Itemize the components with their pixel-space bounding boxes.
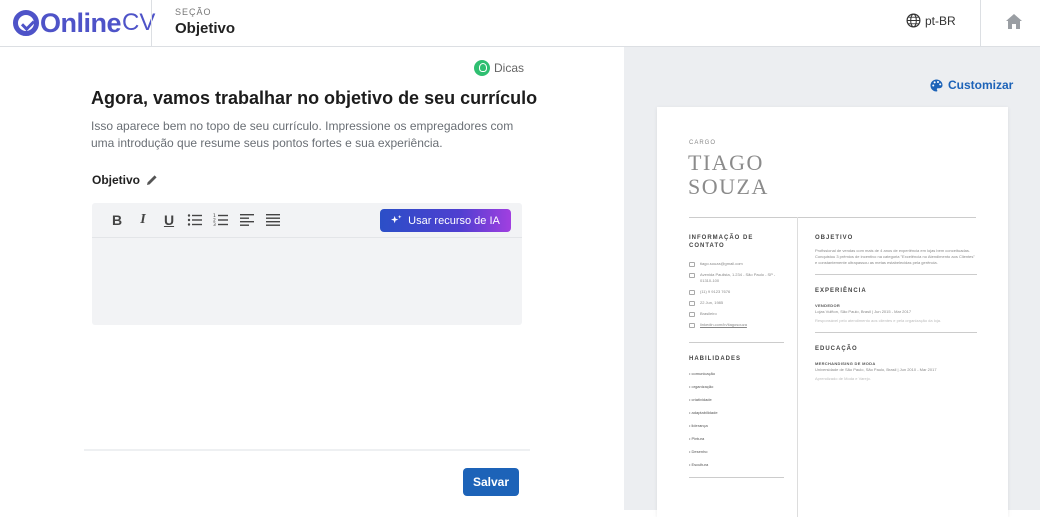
language-label: pt-BR — [925, 13, 956, 28]
contact-heading: INFORMAÇÃO DE CONTATO — [689, 235, 754, 249]
underline-button[interactable]: U — [156, 210, 182, 230]
lightbulb-icon — [474, 60, 490, 76]
section-divider — [689, 477, 784, 478]
section-divider — [689, 342, 784, 343]
resume-left-column: INFORMAÇÃO DE CONTATO tiago.souza@gmail.… — [689, 234, 784, 488]
numbered-list-button[interactable]: 1 2 3 — [208, 210, 234, 230]
footer-divider — [84, 449, 530, 451]
skill-item: Pintura — [689, 436, 784, 441]
contact-phone: (11) 9 9123 7676 — [689, 289, 784, 295]
skill-item: Escultura — [689, 462, 784, 467]
objective-text: Profissional de vendas com mais de 4 ano… — [815, 248, 975, 265]
tips-link[interactable]: Dicas — [474, 60, 524, 76]
resume-right-column: OBJETIVO Profissional de vendas com mais… — [815, 234, 977, 382]
customize-label: Customizar — [948, 78, 1014, 92]
sparkle-icon — [391, 215, 402, 224]
contact-birthdate-text: 22 Jun, 1985 — [700, 300, 724, 305]
tips-label: Dicas — [494, 61, 525, 75]
justify-button[interactable] — [260, 210, 286, 230]
page-heading: Agora, vamos trabalhar no objetivo de se… — [91, 88, 538, 108]
section-divider — [815, 274, 977, 275]
header-divider — [980, 0, 981, 47]
experience-description: Responsável pelo atendimento aos cliente… — [815, 318, 942, 323]
globe-icon — [906, 13, 921, 28]
align-left-icon — [240, 214, 254, 226]
contact-linkedin-text: linkedin.com/in/tiagosouza — [700, 322, 747, 327]
resume-divider — [689, 217, 976, 218]
top-header: Online CV SEÇÃO Objetivo pt-BR — [0, 0, 1040, 47]
editor-panel: Dicas Agora, vamos trabalhar no objetivo… — [0, 47, 624, 510]
skill-item: organização — [689, 384, 784, 389]
experience-heading: EXPERIÊNCIA — [815, 288, 867, 294]
palette-icon — [930, 78, 943, 92]
align-left-button[interactable] — [234, 210, 260, 230]
bullet-list-button[interactable] — [182, 210, 208, 230]
skill-item: adaptabilidade — [689, 410, 784, 415]
phone-icon — [689, 290, 695, 295]
bold-button[interactable]: B — [104, 210, 130, 230]
contact-phone-text: (11) 9 9123 7676 — [700, 289, 731, 294]
contact-email: tiago.souza@gmail.com — [689, 261, 784, 267]
home-icon — [689, 273, 695, 278]
skills-heading: HABILIDADES — [689, 356, 742, 362]
resume-name: TIAGO SOUZA — [688, 151, 769, 199]
logo-main-text: Online — [40, 7, 122, 38]
logo-check-icon — [13, 10, 39, 36]
resume-preview-panel: Customizar CARGO TIAGO SOUZA INFORMAÇÃO … — [624, 47, 1040, 517]
contact-nationality-text: Brasileiro — [700, 311, 717, 316]
resume-last-name: SOUZA — [688, 174, 769, 199]
skill-item: liderança — [689, 423, 784, 428]
education-subtitle: Universidade de São Paulo, São Paulo, Br… — [815, 367, 937, 372]
experience-subtitle: Lojas Vulfton, São Paulo, Brasil | Jun 2… — [815, 309, 912, 314]
editor-toolbar: B I U 1 2 3 Usar recurso de IA — [92, 203, 522, 238]
skill-item: Desenho — [689, 449, 784, 454]
education-description: Aprendizado de Moda e Varejo. — [815, 376, 871, 381]
use-ai-label: Usar recurso de IA — [408, 214, 500, 227]
contact-birthdate: 22 Jun, 1985 — [689, 300, 784, 306]
objective-heading: OBJETIVO — [815, 235, 854, 241]
pencil-icon[interactable] — [146, 174, 158, 186]
contact-email-text: tiago.souza@gmail.com — [700, 261, 743, 266]
resume-column-divider — [797, 217, 798, 517]
bullet-list-icon — [187, 214, 202, 226]
italic-button[interactable]: I — [130, 210, 156, 230]
objective-text-area[interactable] — [92, 238, 522, 324]
section-divider — [815, 332, 977, 333]
contact-nationality: Brasileiro — [689, 311, 784, 317]
customize-button[interactable]: Customizar — [930, 78, 1013, 92]
justify-icon — [266, 214, 280, 226]
language-selector[interactable]: pt-BR — [906, 13, 956, 28]
skill-item: criatividade — [689, 397, 784, 402]
objective-label-text: Objetivo — [92, 173, 141, 187]
education-heading: EDUCAÇÃO — [815, 346, 858, 352]
globe-icon — [689, 312, 695, 317]
resume-job-title: CARGO — [689, 140, 717, 146]
objective-rich-text-editor: B I U 1 2 3 Usar recurso de IA — [92, 203, 522, 325]
onlinecv-logo[interactable]: Online CV — [13, 7, 155, 38]
resume-first-name: TIAGO — [688, 150, 764, 175]
contact-address-text: Avenida Paulista, 1.234 - São Paulo - SP… — [700, 272, 776, 283]
numbered-list-icon: 1 2 3 — [213, 213, 228, 227]
svg-text:3: 3 — [213, 222, 216, 227]
skill-item: comunicação — [689, 371, 784, 376]
mail-icon — [689, 262, 695, 267]
section-name: Objetivo — [175, 20, 236, 37]
section-caption: SEÇÃO — [175, 7, 212, 17]
save-button[interactable]: Salvar — [463, 468, 519, 496]
use-ai-button[interactable]: Usar recurso de IA — [380, 209, 511, 232]
page-description: Isso aparece bem no topo de seu currícul… — [91, 119, 514, 150]
calendar-icon — [689, 301, 695, 306]
contact-address: Avenida Paulista, 1.234 - São Paulo - SP… — [689, 272, 784, 284]
objective-label: Objetivo — [92, 173, 158, 187]
home-icon[interactable] — [1005, 13, 1023, 30]
resume-page[interactable]: CARGO TIAGO SOUZA INFORMAÇÃO DE CONTATO … — [657, 107, 1008, 517]
contact-linkedin: linkedin.com/in/tiagosouza — [689, 322, 784, 328]
link-icon — [689, 323, 695, 328]
header-divider — [151, 0, 152, 47]
